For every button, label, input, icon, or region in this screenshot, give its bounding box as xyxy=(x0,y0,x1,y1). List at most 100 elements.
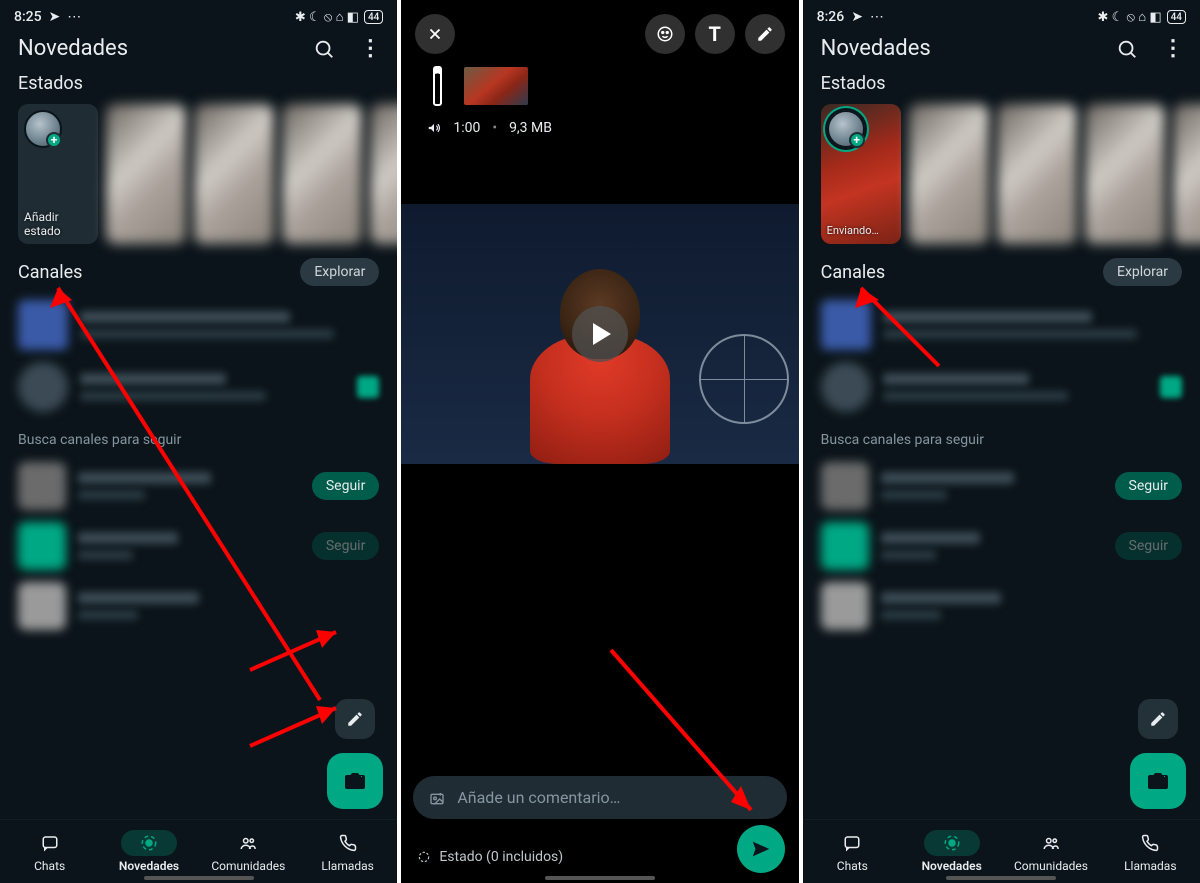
section-busca: Busca canales para seguir xyxy=(0,418,397,456)
status-card-blurred[interactable] xyxy=(370,104,397,244)
follow-channel-item[interactable]: Seguir xyxy=(803,456,1200,516)
section-canales: Canales xyxy=(18,262,82,283)
add-status-label: Añadirestado xyxy=(24,210,92,238)
status-ring-icon xyxy=(417,849,431,865)
section-estados: Estados xyxy=(803,69,1200,104)
bottom-nav: Chats Novedades Comunidades Llamadas xyxy=(803,819,1200,883)
status-card-blurred[interactable] xyxy=(909,104,989,244)
battery-icon: 44 xyxy=(1167,10,1186,24)
channels-header: Canales Explorar xyxy=(0,252,397,294)
page-title: Novedades xyxy=(821,36,931,61)
follow-button[interactable]: Seguir xyxy=(1115,532,1182,560)
video-size: 9,3 MB xyxy=(492,120,552,136)
status-right: ✱ ☾ ⦸ ⌂ ◧ 44 xyxy=(295,9,383,25)
explore-button[interactable]: Explorar xyxy=(1103,258,1182,286)
status-card-blurred[interactable] xyxy=(194,104,274,244)
status-card-blurred[interactable] xyxy=(282,104,362,244)
pencil-fab[interactable] xyxy=(1138,699,1178,739)
section-busca: Busca canales para seguir xyxy=(803,418,1200,456)
video-trimmer[interactable] xyxy=(401,64,798,112)
nav-novedades[interactable]: Novedades xyxy=(99,820,198,883)
video-preview[interactable] xyxy=(401,204,798,464)
play-button[interactable] xyxy=(572,306,628,362)
screenshot-2-editor: T 1:00 9,3 MB Añade un c xyxy=(401,0,798,883)
destination-row[interactable]: Estado (0 incluidos) xyxy=(417,849,718,865)
my-status-sending[interactable]: + Enviando… xyxy=(821,104,901,244)
destination-label: Estado (0 incluidos) xyxy=(439,849,563,865)
follow-channel-item[interactable]: Seguir xyxy=(0,456,397,516)
page-title: Novedades xyxy=(18,36,128,61)
status-bar: 8:26 ➤ ⋯ ✱ ☾ ⦸ ⌂ ◧ 44 xyxy=(803,0,1200,28)
nav-llamadas[interactable]: Llamadas xyxy=(298,820,397,883)
explore-button[interactable]: Explorar xyxy=(300,258,379,286)
caption-input[interactable]: Añade un comentario… xyxy=(413,776,786,819)
search-icon[interactable] xyxy=(1116,36,1138,61)
screenshot-3: 8:26 ➤ ⋯ ✱ ☾ ⦸ ⌂ ◧ 44 Novedades ⋮ Estado… xyxy=(803,0,1200,883)
status-row[interactable]: + Añadirestado xyxy=(0,104,397,252)
plus-icon: + xyxy=(849,132,865,148)
add-image-icon[interactable] xyxy=(429,788,445,807)
text-icon[interactable]: T xyxy=(695,14,735,54)
status-bar: 8:25 ➤ ⋯ ✱ ☾ ⦸ ⌂ ◧ 44 xyxy=(0,0,397,28)
video-meta: 1:00 9,3 MB xyxy=(401,112,798,144)
section-estados: Estados xyxy=(0,69,397,104)
status-card-blurred[interactable] xyxy=(997,104,1077,244)
camera-fab[interactable] xyxy=(1130,753,1186,809)
follow-channel-item[interactable]: Seguir xyxy=(0,516,397,576)
status-time: 8:25 ➤ ⋯ xyxy=(14,9,81,25)
sticker-icon[interactable] xyxy=(645,14,685,54)
home-indicator xyxy=(545,876,655,880)
volume-icon[interactable] xyxy=(427,120,441,136)
search-icon[interactable] xyxy=(313,36,335,61)
fab-stack xyxy=(327,699,383,809)
status-card-blurred[interactable] xyxy=(1173,104,1200,244)
telegram-icon: ➤ xyxy=(49,9,61,25)
status-card-blurred[interactable] xyxy=(1085,104,1165,244)
more-icon[interactable]: ⋮ xyxy=(359,36,381,61)
status-icons: ✱ ☾ ⦸ ⌂ ◧ xyxy=(1098,9,1162,25)
status-card-blurred[interactable] xyxy=(106,104,186,244)
nav-comunidades[interactable]: Comunidades xyxy=(1001,820,1100,883)
add-status-card[interactable]: + Añadirestado xyxy=(18,104,98,244)
nav-chats[interactable]: Chats xyxy=(803,820,902,883)
my-avatar: + xyxy=(24,110,62,148)
status-row[interactable]: + Enviando… xyxy=(803,104,1200,252)
nav-novedades[interactable]: Novedades xyxy=(902,820,1001,883)
pencil-fab[interactable] xyxy=(335,699,375,739)
plus-icon: + xyxy=(46,132,62,148)
more-indicator: ⋯ xyxy=(870,9,884,25)
caption-placeholder: Añade un comentario… xyxy=(457,788,620,807)
follow-button[interactable]: Seguir xyxy=(312,472,379,500)
send-button[interactable] xyxy=(737,825,785,873)
nav-chats[interactable]: Chats xyxy=(0,820,99,883)
bottom-nav: Chats Novedades Comunidades Llamadas xyxy=(0,819,397,883)
channel-item[interactable] xyxy=(803,294,1200,356)
status-right: ✱ ☾ ⦸ ⌂ ◧ 44 xyxy=(1098,9,1186,25)
home-indicator xyxy=(946,876,1056,880)
follow-channel-item[interactable]: Seguir xyxy=(803,516,1200,576)
channel-item[interactable] xyxy=(803,356,1200,418)
channels-header: Canales Explorar xyxy=(803,252,1200,294)
header: Novedades ⋮ xyxy=(803,28,1200,69)
editor-toolbar: T xyxy=(401,0,798,64)
more-indicator: ⋯ xyxy=(67,9,81,25)
my-avatar: + xyxy=(827,110,865,148)
follow-channel-item[interactable] xyxy=(0,576,397,636)
nav-comunidades[interactable]: Comunidades xyxy=(199,820,298,883)
channel-item[interactable] xyxy=(0,294,397,356)
more-icon[interactable]: ⋮ xyxy=(1162,36,1184,61)
follow-button[interactable]: Seguir xyxy=(312,532,379,560)
header: Novedades ⋮ xyxy=(0,28,397,69)
draw-icon[interactable] xyxy=(745,14,785,54)
close-button[interactable] xyxy=(415,14,455,54)
fab-stack xyxy=(1130,699,1186,809)
status-time: 8:26 ➤ ⋯ xyxy=(817,9,884,25)
channel-item[interactable] xyxy=(0,356,397,418)
telegram-icon: ➤ xyxy=(851,9,863,25)
nav-llamadas[interactable]: Llamadas xyxy=(1101,820,1200,883)
follow-channel-item[interactable] xyxy=(803,576,1200,636)
camera-fab[interactable] xyxy=(327,753,383,809)
video-duration: 1:00 xyxy=(453,120,480,136)
section-canales: Canales xyxy=(821,262,885,283)
follow-button[interactable]: Seguir xyxy=(1115,472,1182,500)
